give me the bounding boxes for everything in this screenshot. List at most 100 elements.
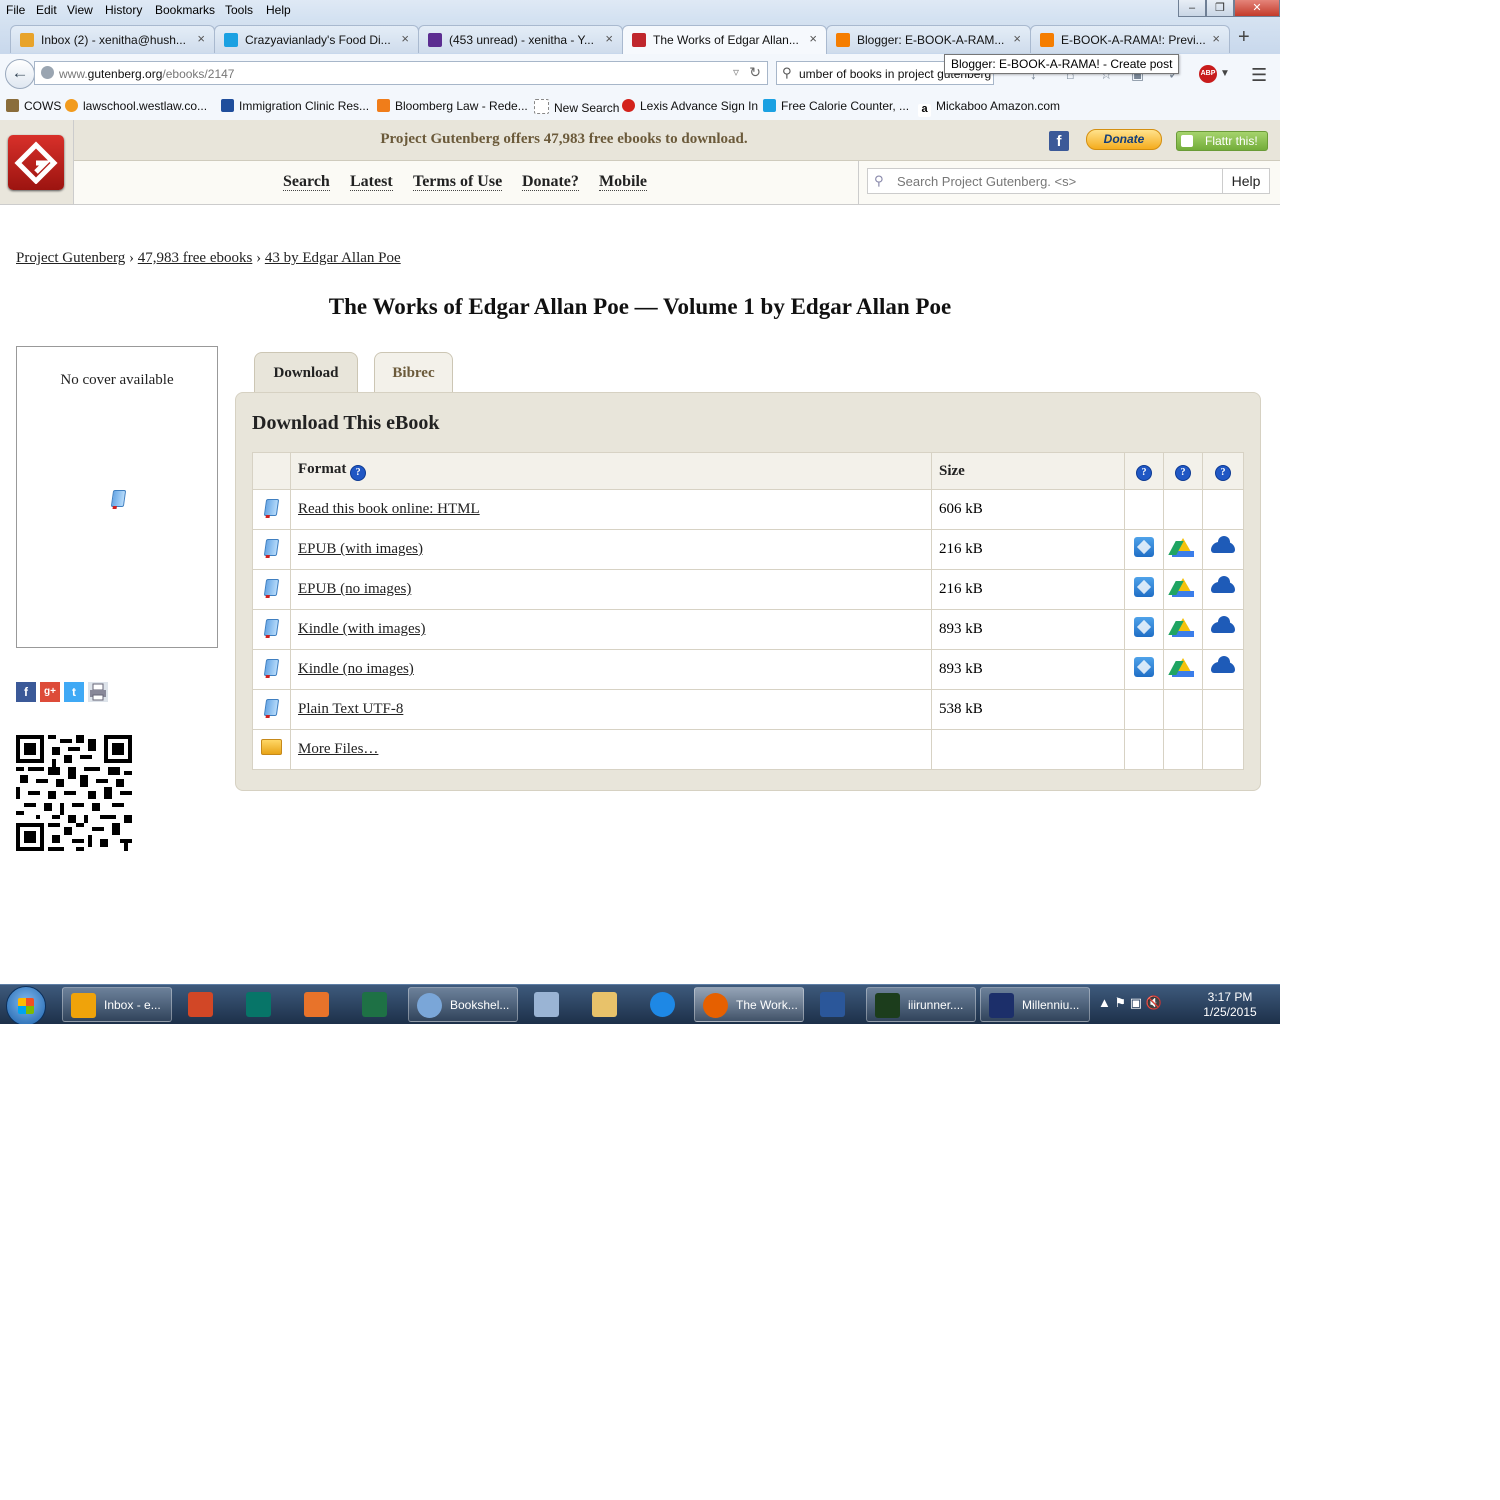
nav-search[interactable]: Search — [283, 173, 330, 191]
folder-icon — [261, 739, 282, 755]
google-drive-icon[interactable] — [1172, 617, 1194, 637]
format-link[interactable]: Plain Text UTF-8 — [298, 701, 403, 717]
taskbar-item[interactable] — [238, 987, 282, 1022]
nav-donate[interactable]: Donate? — [522, 173, 579, 191]
browser-tab-active[interactable]: The Works of Edgar Allan... × — [622, 25, 827, 55]
format-link[interactable]: EPUB (no images) — [298, 581, 411, 597]
nav-mobile[interactable]: Mobile — [599, 173, 647, 191]
minimize-button[interactable]: – — [1178, 0, 1206, 17]
back-button[interactable]: ← — [5, 59, 35, 89]
tab-close-icon[interactable]: × — [605, 31, 613, 46]
onedrive-icon[interactable] — [1211, 576, 1235, 593]
taskbar-item[interactable] — [180, 987, 224, 1022]
bookmark-item[interactable]: Bloomberg Law - Rede... — [377, 99, 528, 113]
facebook-icon[interactable]: f — [1049, 131, 1069, 151]
google-drive-icon[interactable] — [1172, 577, 1194, 597]
browser-tab[interactable]: Blogger: E-BOOK-A-RAM... × — [826, 25, 1031, 53]
browser-tab[interactable]: (453 unread) - xenitha - Y... × — [418, 25, 623, 53]
bookmark-item[interactable]: COWS — [6, 99, 61, 113]
help-icon[interactable]: ? — [1136, 465, 1152, 481]
adblock-dropdown-icon[interactable]: ▼ — [1220, 68, 1230, 79]
tab-close-icon[interactable]: × — [1212, 31, 1220, 46]
close-window-button[interactable]: ✕ — [1234, 0, 1280, 17]
taskbar-item[interactable] — [526, 987, 570, 1022]
dropbox-icon[interactable] — [1134, 537, 1154, 557]
bookmark-item[interactable]: lawschool.westlaw.co... — [65, 99, 207, 113]
browser-tab[interactable]: Inbox (2) - xenitha@hush... × — [10, 25, 215, 53]
help-icon[interactable]: ? — [1215, 465, 1231, 481]
nav-terms[interactable]: Terms of Use — [413, 173, 503, 191]
bookmark-item[interactable]: a Mickaboo Amazon.com — [918, 99, 1060, 117]
system-tray-icons[interactable]: ▲ ⚑ ▣ 🔇 — [1098, 995, 1162, 1011]
dropbox-icon[interactable] — [1134, 617, 1154, 637]
gutenberg-logo-icon[interactable] — [8, 135, 64, 190]
menu-bookmarks[interactable]: Bookmarks — [155, 3, 215, 17]
tab-download[interactable]: Download — [254, 352, 358, 393]
clock[interactable]: 3:17 PM 1/25/2015 — [1195, 990, 1265, 1020]
menu-edit[interactable]: Edit — [36, 3, 57, 17]
taskbar-item[interactable]: Bookshel... — [408, 987, 518, 1022]
help-icon[interactable]: ? — [350, 465, 367, 481]
bookmark-item[interactable]: Lexis Advance Sign In — [622, 99, 758, 113]
taskbar-item[interactable] — [296, 987, 340, 1022]
adblock-icon[interactable]: ABP — [1199, 65, 1217, 83]
taskbar-item[interactable] — [354, 987, 398, 1022]
menu-file[interactable]: File — [6, 3, 25, 17]
address-bar[interactable]: www.gutenberg.org/ebooks/2147 ▿ ↻ — [34, 61, 768, 85]
dropbox-icon[interactable] — [1134, 577, 1154, 597]
browser-tab[interactable]: Crazyavianlady's Food Di... × — [214, 25, 419, 53]
format-link[interactable]: Read this book online: HTML — [298, 501, 480, 517]
nav-latest[interactable]: Latest — [350, 173, 393, 191]
google-plus-share-icon[interactable]: g+ — [40, 682, 60, 702]
tab-close-icon[interactable]: × — [1013, 31, 1021, 46]
onedrive-icon[interactable] — [1211, 536, 1235, 553]
menu-view[interactable]: View — [67, 3, 93, 17]
taskbar-item[interactable]: Millenniu... — [980, 987, 1090, 1022]
browser-tab[interactable]: E-BOOK-A-RAMA!: Previ... × — [1030, 25, 1230, 53]
tab-title: E-BOOK-A-RAMA!: Previ... — [1061, 33, 1206, 47]
clock-time: 3:17 PM — [1207, 990, 1253, 1004]
menu-history[interactable]: History — [105, 3, 142, 17]
taskbar-item-active[interactable]: The Work... — [694, 987, 804, 1022]
format-link[interactable]: Kindle (with images) — [298, 621, 425, 637]
bookmark-item[interactable]: Free Calorie Counter, ... — [763, 99, 909, 113]
taskbar-item[interactable]: Inbox - e... — [62, 987, 172, 1022]
format-link[interactable]: EPUB (with images) — [298, 541, 423, 557]
donate-button[interactable]: Donate — [1086, 129, 1162, 150]
twitter-share-icon[interactable]: t — [64, 682, 84, 702]
reload-icon[interactable]: ↻ — [749, 64, 761, 81]
taskbar-item[interactable] — [642, 987, 686, 1022]
taskbar-item[interactable] — [812, 987, 856, 1022]
print-icon[interactable]: print — [88, 682, 108, 702]
tab-close-icon[interactable]: × — [197, 31, 205, 46]
onedrive-icon[interactable] — [1211, 656, 1235, 673]
help-icon[interactable]: ? — [1175, 465, 1191, 481]
menu-tools[interactable]: Tools — [225, 3, 253, 17]
flattr-button[interactable]: Flattr this! — [1176, 131, 1268, 151]
taskbar-item[interactable]: iiirunner.... — [866, 987, 976, 1022]
breadcrumb-home[interactable]: Project Gutenberg — [16, 250, 125, 266]
tab-bibrec[interactable]: Bibrec — [374, 352, 453, 392]
more-files-link[interactable]: More Files… — [298, 741, 378, 757]
breadcrumb-author[interactable]: 43 by Edgar Allan Poe — [265, 250, 401, 266]
tab-close-icon[interactable]: × — [809, 31, 817, 46]
site-search-input[interactable]: ⚲ Search Project Gutenberg. <s> — [867, 168, 1223, 194]
menu-help[interactable]: Help — [266, 3, 291, 17]
format-link[interactable]: Kindle (no images) — [298, 661, 414, 677]
taskbar-item[interactable] — [584, 987, 628, 1022]
url-dropdown-icon[interactable]: ▿ — [733, 65, 739, 79]
dropbox-icon[interactable] — [1134, 657, 1154, 677]
new-tab-button[interactable]: + — [1238, 26, 1250, 49]
bookmark-item[interactable]: Immigration Clinic Res... — [221, 99, 369, 113]
menu-hamburger-icon[interactable]: ☰ — [1251, 65, 1267, 86]
help-button[interactable]: Help — [1222, 168, 1270, 194]
breadcrumb-ebooks[interactable]: 47,983 free ebooks — [138, 250, 253, 266]
tab-close-icon[interactable]: × — [401, 31, 409, 46]
google-drive-icon[interactable] — [1172, 537, 1194, 557]
restore-button[interactable]: ❐ — [1206, 0, 1234, 17]
start-button[interactable] — [6, 986, 46, 1024]
facebook-share-icon[interactable]: f — [16, 682, 36, 702]
onedrive-icon[interactable] — [1211, 616, 1235, 633]
google-drive-icon[interactable] — [1172, 657, 1194, 677]
bookmark-item[interactable]: New Search — [534, 99, 619, 115]
